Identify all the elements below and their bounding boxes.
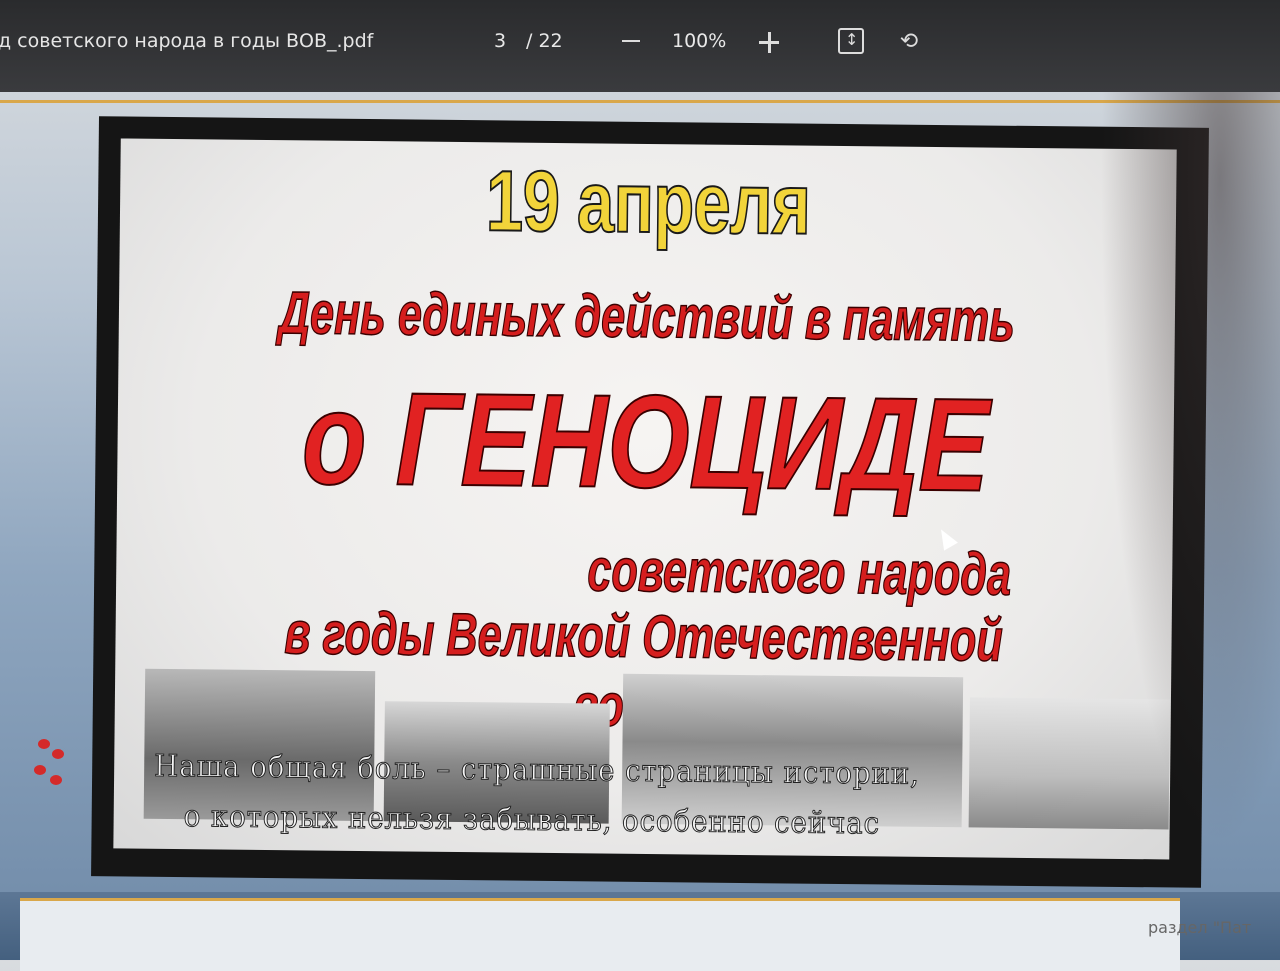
poster: 19 апреля День единых действий в память … bbox=[91, 116, 1209, 888]
screen-reflection bbox=[1080, 92, 1280, 960]
poster-caption-2: о которых нельзя забывать, особенно сейч… bbox=[183, 799, 881, 842]
page-total: / 22 bbox=[526, 30, 563, 52]
rotate-button[interactable]: ⟲ bbox=[895, 28, 923, 56]
zoom-level[interactable]: 100% bbox=[672, 30, 726, 52]
fit-page-button[interactable] bbox=[838, 28, 864, 54]
pdf-toolbar: д советского народа в годы ВОВ_.pdf 3 / … bbox=[0, 0, 1280, 92]
poster-headline-3: советского народа bbox=[586, 536, 1012, 609]
poster-date: 19 апреля bbox=[485, 152, 812, 253]
page-number-input[interactable]: 3 bbox=[494, 30, 506, 52]
next-slide-preview bbox=[20, 898, 1180, 971]
zoom-out-button[interactable] bbox=[620, 24, 644, 54]
poster-headline-2: о ГЕНОЦИДЕ bbox=[300, 363, 990, 519]
carnation-icon bbox=[30, 735, 90, 845]
poster-headline-1: День единых действий в память bbox=[278, 278, 1016, 354]
document-title: д советского народа в годы ВОВ_.pdf bbox=[0, 30, 374, 52]
footer-text: раздел "Пат bbox=[1148, 918, 1252, 937]
rotate-icon: ⟲ bbox=[899, 29, 919, 54]
poster-content: 19 апреля День единых действий в память … bbox=[113, 138, 1177, 860]
zoom-in-button[interactable] bbox=[756, 26, 782, 56]
historical-photo bbox=[143, 668, 376, 822]
